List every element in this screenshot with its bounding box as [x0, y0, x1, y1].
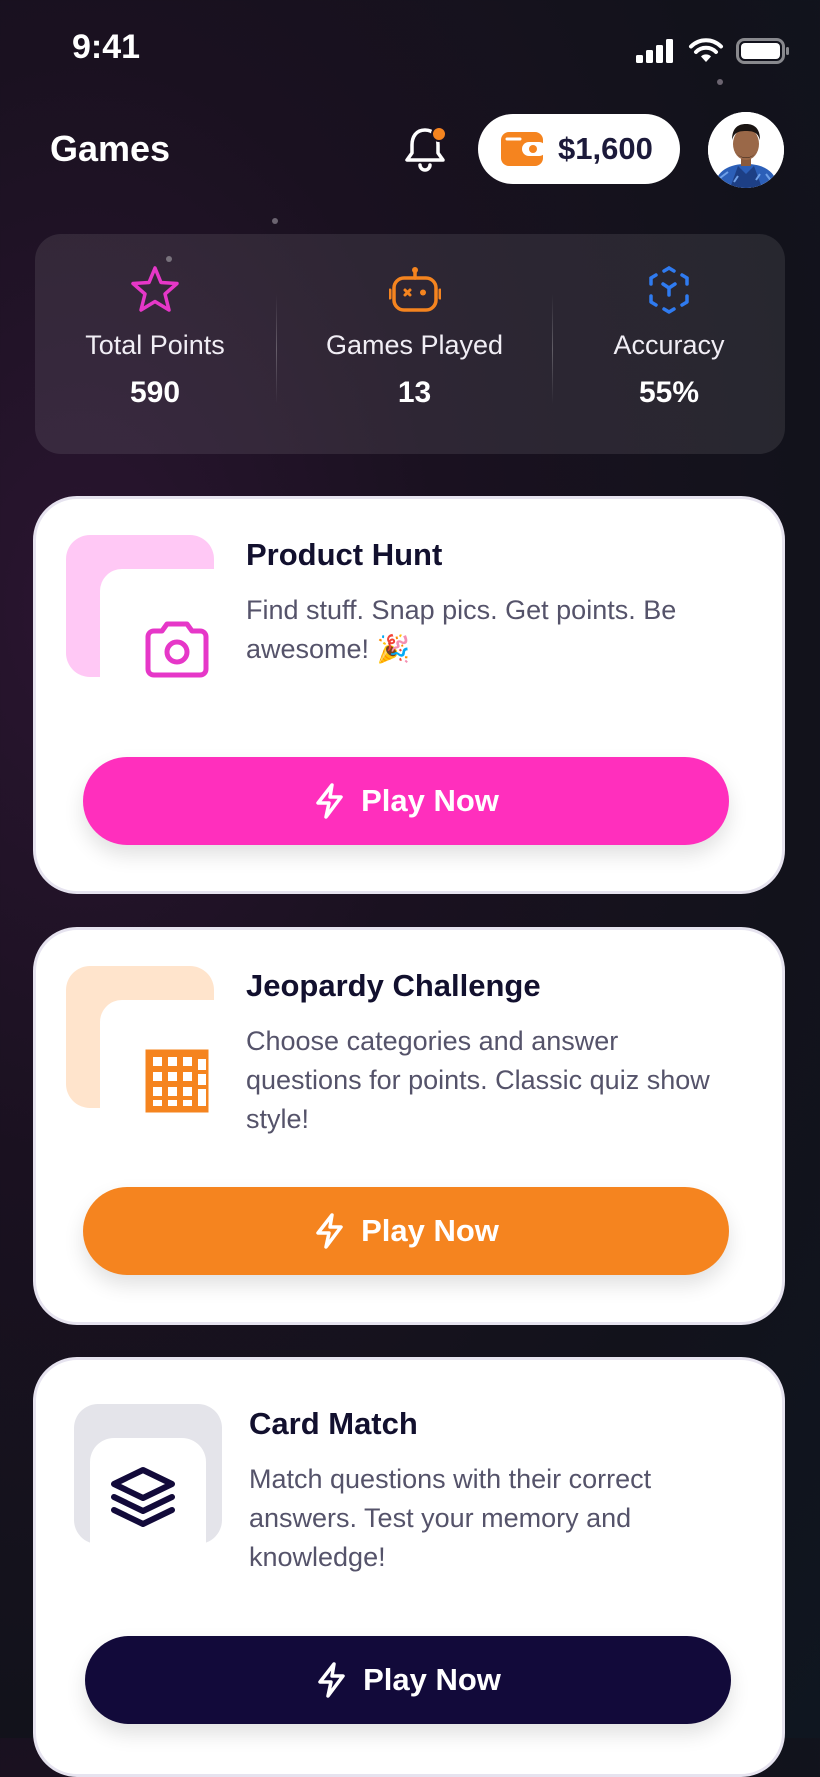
stat-accuracy: Accuracy 55%	[553, 234, 785, 454]
star-icon	[131, 266, 179, 312]
game-title: Jeopardy Challenge	[246, 968, 541, 1003]
status-icons	[636, 38, 790, 64]
game-title: Product Hunt	[246, 537, 443, 572]
stats-card: Total Points 590 Games Played 13 Accurac…	[35, 234, 785, 454]
bell-icon	[405, 126, 447, 172]
play-now-button[interactable]: Play Now	[83, 1187, 729, 1275]
stat-label: Accuracy	[613, 330, 725, 360]
battery-icon	[736, 38, 789, 64]
game-thumbnail	[66, 535, 214, 678]
target-cube-icon	[649, 266, 689, 314]
play-now-label: Play Now	[361, 1213, 499, 1248]
play-now-button[interactable]: Play Now	[85, 1636, 731, 1724]
game-description: Match questions with their correct answe…	[249, 1464, 652, 1572]
camera-icon	[145, 621, 209, 678]
stat-label: Games Played	[325, 330, 504, 360]
page-title: Games	[50, 128, 171, 169]
play-now-label: Play Now	[361, 783, 499, 818]
lightning-icon	[316, 1213, 343, 1249]
avatar[interactable]	[708, 112, 784, 188]
robot-icon	[388, 267, 441, 312]
wallet-amount: $1,600	[558, 131, 653, 166]
play-now-label: Play Now	[363, 1662, 501, 1697]
status-bar: 9:41	[0, 0, 820, 100]
decorative-dot	[272, 218, 278, 224]
game-card-product-hunt: Product Hunt Find stuff. Snap pics. Get …	[33, 496, 785, 894]
avatar-image	[708, 112, 784, 188]
game-card-card-match: Card Match Match questions with their co…	[33, 1357, 785, 1777]
status-time: 9:41	[72, 28, 141, 66]
stat-total-points: Total Points 590	[35, 234, 275, 454]
stat-value: 13	[397, 376, 432, 409]
header: Games $1,600	[0, 108, 820, 188]
card-stack-icon	[111, 1467, 175, 1527]
wallet-icon	[501, 132, 546, 166]
stat-value: 55%	[638, 376, 700, 409]
game-card-jeopardy-challenge: Jeopardy Challenge Choose categories and…	[33, 927, 785, 1325]
stat-games-played: Games Played 13	[277, 234, 552, 454]
play-now-button[interactable]: Play Now	[83, 757, 729, 845]
lightning-icon	[316, 783, 343, 819]
stat-label: Total Points	[85, 330, 225, 360]
game-title: Card Match	[249, 1406, 418, 1441]
stat-value: 590	[129, 376, 181, 409]
grid-board-icon	[145, 1049, 209, 1113]
game-description: Find stuff. Snap pics. Get points. Be aw…	[246, 595, 677, 664]
game-description: Choose categories and answer questions f…	[246, 1026, 710, 1134]
lightning-icon	[318, 1662, 345, 1698]
signal-icon	[636, 39, 673, 63]
wallet-balance-button[interactable]: $1,600	[478, 114, 680, 184]
game-thumbnail	[74, 1404, 222, 1546]
game-thumbnail	[66, 966, 214, 1113]
wifi-icon	[689, 38, 723, 62]
notification-button[interactable]	[400, 124, 450, 174]
